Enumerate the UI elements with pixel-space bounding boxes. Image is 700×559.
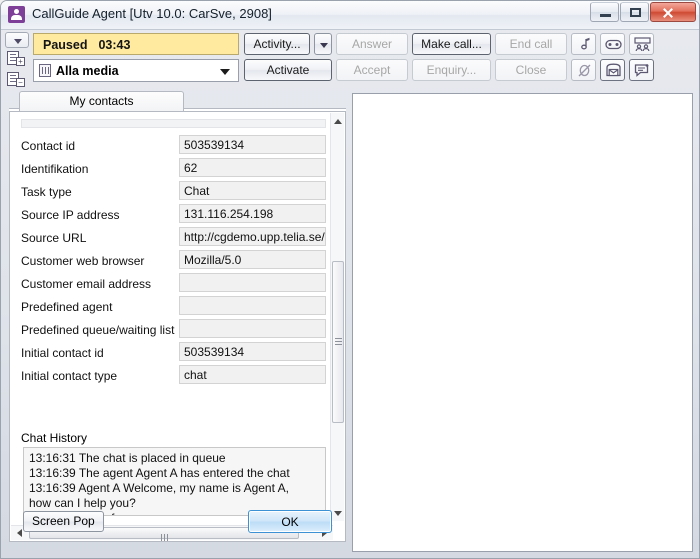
activity-button[interactable]: Activity...	[244, 33, 310, 55]
form-row: Initial contact id 503539134	[11, 342, 333, 365]
media-icon	[39, 64, 51, 77]
title-bar: CallGuide Agent [Utv 10.0: CarSve, 2908]	[1, 1, 699, 30]
status-timer: 03:43	[98, 38, 131, 52]
enquiry-button[interactable]: Enquiry...	[412, 59, 491, 81]
tab-my-contacts[interactable]: My contacts	[19, 91, 184, 112]
field-label: Identifikation	[21, 162, 89, 176]
field-value[interactable]: 131.116.254.198	[179, 204, 326, 223]
application-window: CallGuide Agent [Utv 10.0: CarSve, 2908]…	[0, 0, 700, 559]
form-top-strip	[21, 119, 326, 128]
form-row: Predefined queue/waiting list	[11, 319, 333, 342]
activity-dropdown-button[interactable]	[314, 33, 332, 55]
chat-history-label: Chat History	[21, 431, 88, 445]
field-label: Customer web browser	[21, 254, 145, 268]
toolbar: + − Paused 03:43 Alla media Activity... A…	[1, 30, 699, 88]
tab-content: Contact id 503539134 Identifikation 62 Task …	[9, 111, 346, 542]
make-call-button[interactable]: Make call...	[412, 33, 491, 55]
tab-strip: My contacts	[9, 91, 346, 113]
answer-button[interactable]: Answer	[336, 33, 408, 55]
media-filter-value: Alla media	[56, 64, 119, 78]
chat-history-line: 13:16:39 Agent A Welcome, my name is Age…	[29, 481, 289, 495]
form-row: Task type Chat	[11, 181, 333, 204]
form-row: Source IP address 131.116.254.198	[11, 204, 333, 227]
toolbar-row-1: Activity... Answer Make call... End call	[244, 33, 658, 55]
agent-status-bar: Paused 03:43	[33, 33, 239, 55]
field-value[interactable]: Mozilla/5.0	[179, 250, 326, 269]
minimize-button[interactable]	[590, 2, 619, 22]
status-column: Paused 03:43 Alla media	[33, 33, 239, 82]
form-row: Identifikation 62	[11, 158, 333, 181]
field-value[interactable]: 503539134	[179, 342, 326, 361]
field-label: Initial contact id	[21, 346, 104, 360]
form-row: Initial contact type chat	[11, 365, 333, 388]
field-label: Customer email address	[21, 277, 152, 291]
field-value[interactable]: 62	[179, 158, 326, 177]
maximize-button[interactable]	[620, 2, 649, 22]
ok-button[interactable]: OK	[248, 510, 332, 533]
remove-contact-icon[interactable]: −	[5, 71, 29, 90]
field-label: Source URL	[21, 231, 87, 245]
field-label: Source IP address	[21, 208, 120, 222]
field-label: Contact id	[21, 139, 76, 153]
music-note-icon[interactable]	[571, 33, 596, 55]
form-row: Customer email address	[11, 273, 333, 296]
conference-icon[interactable]	[629, 33, 654, 55]
panel-action-bar: Screen Pop OK	[9, 502, 344, 540]
scroll-up-arrow-icon[interactable]	[331, 113, 345, 129]
toolbar-row-2: Activate Accept Enquiry... Close	[244, 59, 658, 81]
close-button[interactable]	[650, 2, 696, 22]
mailbox-icon[interactable]	[600, 59, 625, 81]
field-value[interactable]: 503539134	[179, 135, 326, 154]
form-row: Predefined agent	[11, 296, 333, 319]
activate-button[interactable]: Activate	[244, 59, 332, 81]
accept-button[interactable]: Accept	[336, 59, 408, 81]
chat-history-line: 13:16:31 The chat is placed in queue	[29, 451, 226, 465]
form-row: Contact id 503539134	[11, 135, 333, 158]
status-state: Paused	[43, 38, 88, 52]
field-value[interactable]	[179, 296, 326, 315]
window-controls	[589, 2, 696, 22]
toolbar-buttons: Activity... Answer Make call... End call…	[244, 33, 658, 85]
field-value[interactable]	[179, 319, 326, 338]
chat-history-line: 13:16:39 The agent Agent A has entered t…	[29, 466, 290, 480]
field-value[interactable]: http://cgdemo.upp.telia.se/	[179, 227, 326, 246]
field-label: Task type	[21, 185, 72, 199]
field-label: Predefined queue/waiting list	[21, 323, 175, 337]
vertical-scroll-thumb[interactable]	[332, 261, 344, 423]
voicemail-icon[interactable]	[600, 33, 625, 55]
field-value[interactable]: Chat	[179, 181, 326, 200]
screen-pop-button[interactable]: Screen Pop	[23, 511, 104, 532]
contacts-panel: My contacts Contact id 503539134 Identifik…	[9, 91, 346, 552]
chevron-down-icon	[220, 69, 230, 75]
end-call-button[interactable]: End call	[495, 33, 567, 55]
add-contact-icon[interactable]: +	[5, 50, 29, 69]
window-title: CallGuide Agent [Utv 10.0: CarSve, 2908]	[32, 6, 272, 21]
form-row: Customer web browser Mozilla/5.0	[11, 250, 333, 273]
side-icon-group: + −	[5, 32, 31, 92]
form-vertical-scrollbar[interactable]	[330, 113, 344, 521]
field-value[interactable]: chat	[179, 365, 326, 384]
field-label: Predefined agent	[21, 300, 113, 314]
dropdown-caret-icon[interactable]	[5, 32, 29, 48]
field-value[interactable]	[179, 273, 326, 292]
chat-icon[interactable]	[629, 59, 654, 81]
person-icon	[8, 6, 25, 23]
form-row: Source URL http://cgdemo.upp.telia.se/	[11, 227, 333, 250]
contact-workspace-panel[interactable]	[352, 93, 693, 552]
media-filter-dropdown[interactable]: Alla media	[33, 59, 239, 82]
field-label: Initial contact type	[21, 369, 118, 383]
contact-detail-form: Contact id 503539134 Identifikation 62 Task …	[11, 113, 333, 521]
mute-icon[interactable]	[571, 59, 596, 81]
close-call-button[interactable]: Close	[495, 59, 567, 81]
